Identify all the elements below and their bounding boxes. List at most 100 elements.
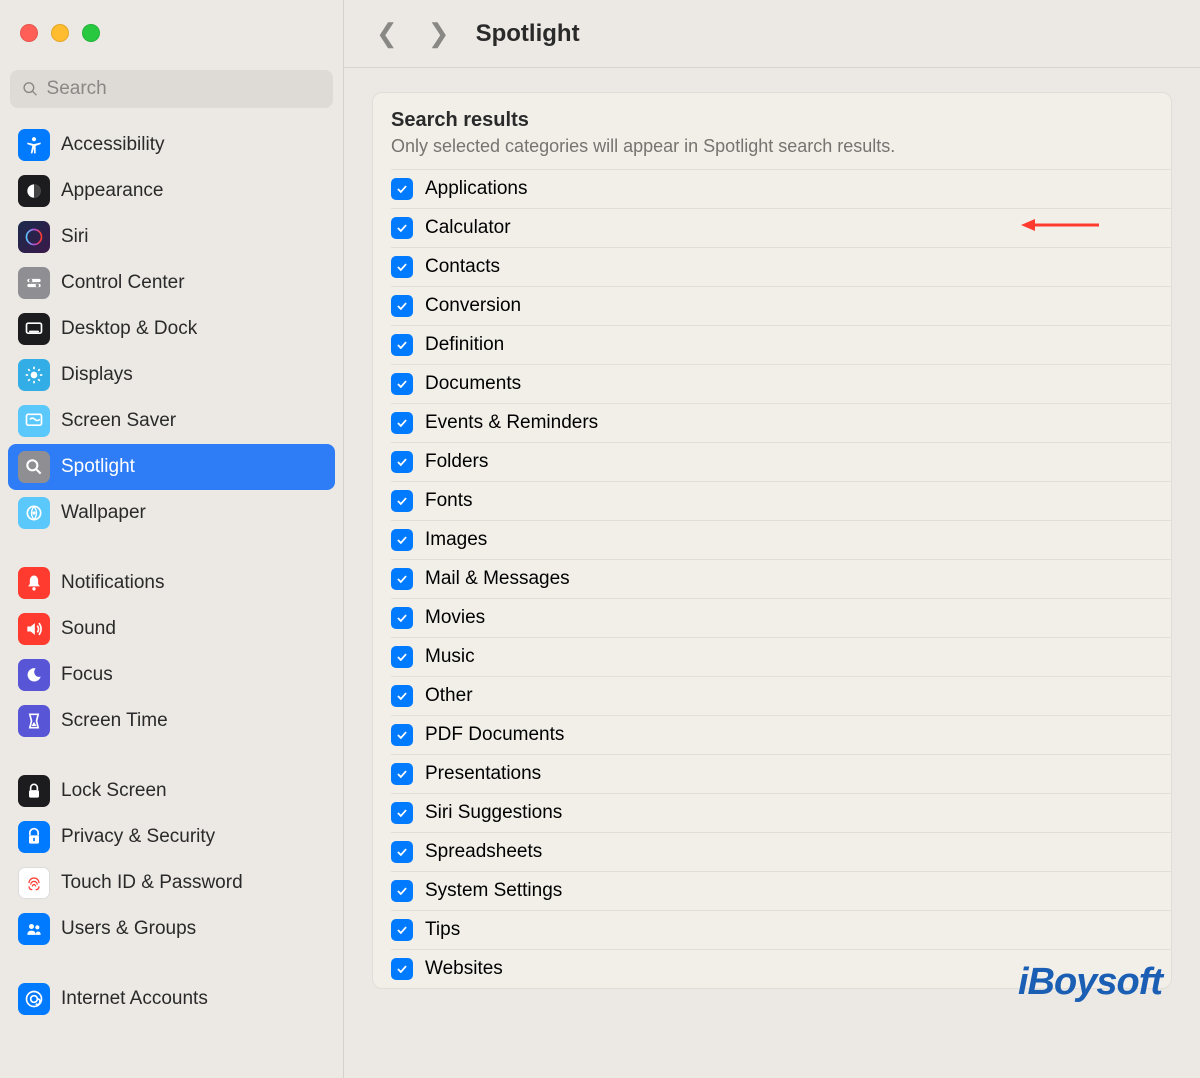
sidebar-item-desktop-dock[interactable]: Desktop & Dock [8, 306, 335, 352]
zoom-button[interactable] [82, 24, 100, 42]
desktop-dock-icon [18, 313, 50, 345]
sidebar: Accessibility Appearance SiriControl Cente… [0, 0, 344, 1078]
checkbox-tips[interactable] [391, 919, 413, 941]
main-content-area: ❮ ❯ Spotlight Search results Only select… [344, 0, 1200, 1078]
touchid-icon [18, 867, 50, 899]
sidebar-item-appearance[interactable]: Appearance [8, 168, 335, 214]
category-label: Conversion [425, 295, 521, 317]
checkbox-definition[interactable] [391, 334, 413, 356]
sidebar-item-label: Touch ID & Password [61, 872, 243, 894]
checkbox-other[interactable] [391, 685, 413, 707]
sidebar-item-displays[interactable]: Displays [8, 352, 335, 398]
category-row: Movies [391, 598, 1171, 637]
sidebar-item-touch-id-password[interactable]: Touch ID & Password [8, 860, 335, 906]
checkbox-images[interactable] [391, 529, 413, 551]
checkbox-spreadsheets[interactable] [391, 841, 413, 863]
sidebar-item-label: Appearance [61, 180, 163, 202]
main-scroll-area[interactable]: Search results Only selected categories … [344, 68, 1200, 1078]
checkbox-pdf-documents[interactable] [391, 724, 413, 746]
checkbox-movies[interactable] [391, 607, 413, 629]
checkbox-system-settings[interactable] [391, 880, 413, 902]
sidebar-item-wallpaper[interactable]: Wallpaper [8, 490, 335, 536]
category-row: Music [391, 637, 1171, 676]
back-button[interactable]: ❮ [372, 18, 402, 49]
category-label: Calculator [425, 217, 511, 239]
sidebar-item-accessibility[interactable]: Accessibility [8, 122, 335, 168]
category-row: Siri Suggestions [391, 793, 1171, 832]
checkbox-folders[interactable] [391, 451, 413, 473]
checkbox-conversion[interactable] [391, 295, 413, 317]
category-row: Events & Reminders [391, 403, 1171, 442]
forward-button[interactable]: ❯ [424, 18, 454, 49]
sidebar-item-siri[interactable]: Siri [8, 214, 335, 260]
category-label: Movies [425, 607, 485, 629]
category-row: Fonts [391, 481, 1171, 520]
checkbox-applications[interactable] [391, 178, 413, 200]
checkbox-events-reminders[interactable] [391, 412, 413, 434]
panel-title: Search results [391, 109, 1153, 132]
control-center-icon [18, 267, 50, 299]
sidebar-item-users-groups[interactable]: Users & Groups [8, 906, 335, 952]
sidebar-item-label: Spotlight [61, 456, 135, 478]
sidebar-item-screen-saver[interactable]: Screen Saver [8, 398, 335, 444]
checkbox-calculator[interactable] [391, 217, 413, 239]
checkbox-documents[interactable] [391, 373, 413, 395]
screen-saver-icon [18, 405, 50, 437]
sidebar-list[interactable]: Accessibility Appearance SiriControl Cente… [0, 118, 343, 1078]
sidebar-item-internet-accounts[interactable]: Internet Accounts [8, 976, 335, 1022]
search-results-panel: Search results Only selected categories … [372, 92, 1172, 989]
category-label: Websites [425, 958, 503, 980]
checkbox-presentations[interactable] [391, 763, 413, 785]
sound-icon [18, 613, 50, 645]
sidebar-item-sound[interactable]: Sound [8, 606, 335, 652]
system-settings-window: Accessibility Appearance SiriControl Cente… [0, 0, 1200, 1078]
checkbox-contacts[interactable] [391, 256, 413, 278]
category-row: Contacts [391, 247, 1171, 286]
category-label: Definition [425, 334, 504, 356]
checkbox-websites[interactable] [391, 958, 413, 980]
sidebar-item-lock-screen[interactable]: Lock Screen [8, 768, 335, 814]
spotlight-icon [18, 451, 50, 483]
category-label: Contacts [425, 256, 500, 278]
window-controls [0, 0, 343, 42]
sidebar-item-label: Desktop & Dock [61, 318, 197, 340]
sidebar-item-focus[interactable]: Focus [8, 652, 335, 698]
search-input[interactable] [47, 78, 321, 100]
sidebar-item-control-center[interactable]: Control Center [8, 260, 335, 306]
close-button[interactable] [20, 24, 38, 42]
siri-icon [18, 221, 50, 253]
category-label: Applications [425, 178, 527, 200]
minimize-button[interactable] [51, 24, 69, 42]
category-label: Fonts [425, 490, 473, 512]
notifications-icon [18, 567, 50, 599]
sidebar-item-label: Displays [61, 364, 133, 386]
lock-screen-icon [18, 775, 50, 807]
category-label: Documents [425, 373, 521, 395]
checkbox-mail-messages[interactable] [391, 568, 413, 590]
displays-icon [18, 359, 50, 391]
search-field[interactable] [10, 70, 333, 108]
checkbox-siri-suggestions[interactable] [391, 802, 413, 824]
category-row: Presentations [391, 754, 1171, 793]
sidebar-item-label: Focus [61, 664, 113, 686]
sidebar-item-notifications[interactable]: Notifications [8, 560, 335, 606]
users-icon [18, 913, 50, 945]
sidebar-item-screen-time[interactable]: Screen Time [8, 698, 335, 744]
sidebar-item-spotlight[interactable]: Spotlight [8, 444, 335, 490]
sidebar-item-label: Internet Accounts [61, 988, 208, 1010]
watermark: iBoysoft [1018, 961, 1162, 1004]
checkbox-music[interactable] [391, 646, 413, 668]
category-label: Presentations [425, 763, 541, 785]
category-label: Tips [425, 919, 460, 941]
category-row: Folders [391, 442, 1171, 481]
checkbox-fonts[interactable] [391, 490, 413, 512]
sidebar-item-label: Screen Saver [61, 410, 176, 432]
panel-subtitle: Only selected categories will appear in … [391, 136, 1153, 157]
sidebar-item-privacy-security[interactable]: Privacy & Security [8, 814, 335, 860]
category-label: Images [425, 529, 487, 551]
category-label: Siri Suggestions [425, 802, 562, 824]
category-label: Mail & Messages [425, 568, 570, 590]
appearance-icon [18, 175, 50, 207]
sidebar-item-label: Accessibility [61, 134, 164, 156]
annotation-arrow-icon [1021, 215, 1101, 235]
